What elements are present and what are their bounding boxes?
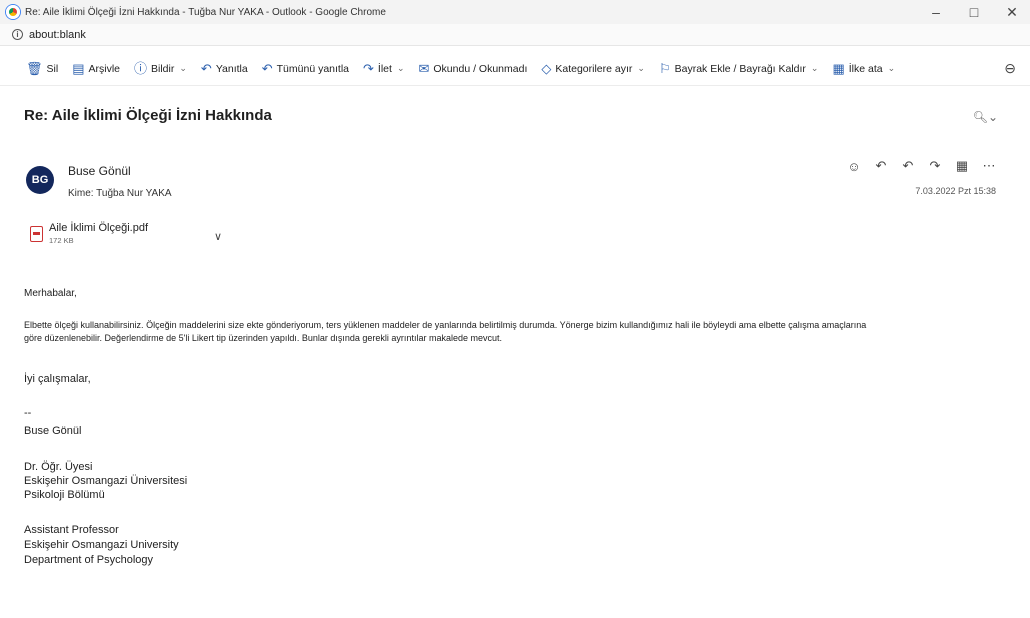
attachment-card[interactable]: Aile İklimi Ölçeği.pdf 172 KB xyxy=(30,222,148,245)
categorize-button[interactable]: ◇ Kategorilere ayır ⌄ xyxy=(541,62,645,75)
mail-toolbar: 🗑 Sil ▤ Arşivle ⓘ Bildir ⌄ ↶ Yanıtla ↶ Tümünü … xyxy=(0,52,1030,86)
signature-department-tr: Psikoloji Bölümü xyxy=(24,489,105,501)
signature-separator: -- xyxy=(24,407,32,419)
close-button[interactable]: ✕ xyxy=(994,0,1030,24)
body-closing: İyi çalışmalar, xyxy=(24,373,91,385)
reply-icon: ↶ xyxy=(200,61,212,76)
envelope-icon: ✉ xyxy=(418,61,430,76)
attachment-size: 172 KB xyxy=(49,236,74,245)
chevron-down-icon: ⌄ xyxy=(179,63,187,73)
zoom-icon[interactable]: 🔍︎⌄ xyxy=(973,110,998,124)
pin-label: İlke ata xyxy=(848,62,883,75)
recipient-line[interactable]: Kime: Tuğba Nur YAKA xyxy=(68,188,172,199)
policy-icon: ▦ xyxy=(832,61,845,76)
pdf-icon xyxy=(30,226,43,242)
report-icon: ⓘ xyxy=(134,61,148,76)
more-options-icon[interactable]: ⊖ xyxy=(1004,60,1016,77)
body-greeting: Merhabalar, xyxy=(24,288,77,299)
reply-all-label: Tümünü yanıtla xyxy=(276,62,350,75)
pin-button[interactable]: ▦ İlke ata ⌄ xyxy=(832,62,895,75)
delete-button[interactable]: 🗑 Sil xyxy=(26,62,58,75)
message-date: 7.03.2022 Pzt 15:38 xyxy=(915,186,996,196)
signature-university-tr: Eskişehir Osmangazi Üniversitesi xyxy=(24,475,188,487)
minimize-button[interactable]: – xyxy=(918,0,954,24)
chevron-down-icon: ⌄ xyxy=(810,63,819,73)
more-icon[interactable]: ⋯ xyxy=(978,158,1000,174)
chevron-down-icon: ⌄ xyxy=(637,63,645,73)
maximize-button[interactable]: □ xyxy=(956,0,992,24)
reply-label: Yanıtla xyxy=(215,62,248,75)
url-text[interactable]: about:blank xyxy=(29,29,86,41)
categorize-label: Kategorilere ayır xyxy=(555,62,633,75)
signature-title-en: Assistant Professor xyxy=(24,524,119,536)
archive-label: Arşivle xyxy=(88,62,120,75)
reply-button[interactable]: ↶ Yanıtla xyxy=(201,62,248,75)
reply-icon[interactable]: ↶ xyxy=(870,158,892,174)
info-icon[interactable]: i xyxy=(12,29,23,40)
chrome-icon xyxy=(6,5,20,19)
address-bar[interactable]: i about:blank xyxy=(0,24,1030,46)
trash-icon: 🗑 xyxy=(26,61,43,76)
attachment-name: Aile İklimi Ölçeği.pdf xyxy=(49,222,149,234)
message-actions: ☺ ↶ ↶ ↷ ▦ ⋯ xyxy=(838,158,1000,174)
chevron-down-icon[interactable]: ∨ xyxy=(214,230,222,243)
apps-icon[interactable]: ▦ xyxy=(951,158,973,174)
flag-button[interactable]: ⚐ Bayrak Ekle / Bayrağı Kaldır ⌄ xyxy=(659,62,819,75)
body-line-1: Elbette ölçeği kullanabilirsiniz. Ölçeği… xyxy=(24,320,867,330)
forward-label: İlet xyxy=(377,62,392,75)
signature-title-tr: Dr. Öğr. Üyesi xyxy=(24,461,93,473)
redacted-area xyxy=(136,162,331,176)
flag-icon: ⚐ xyxy=(658,61,671,76)
reply-all-button[interactable]: ↶ Tümünü yanıtla xyxy=(262,62,349,75)
read-unread-button[interactable]: ✉ Okundu / Okunmadı xyxy=(418,62,527,75)
delete-label: Sil xyxy=(46,62,59,75)
chevron-down-icon: ⌄ xyxy=(396,63,405,73)
body-line-2: göre düzenlenebilir. Değerlendirme de 5'… xyxy=(24,333,502,343)
forward-icon: ↷ xyxy=(363,61,374,76)
signature-university-en: Eskişehir Osmangazi University xyxy=(24,539,179,551)
emoji-icon[interactable]: ☺ xyxy=(843,159,865,174)
avatar[interactable]: BG xyxy=(26,166,54,194)
signature-department-en: Department of Psychology xyxy=(24,554,154,566)
chevron-down-icon: ⌄ xyxy=(887,63,896,73)
sender-name[interactable]: Buse Gönül xyxy=(68,164,131,178)
archive-icon: ▤ xyxy=(72,61,85,76)
reply-all-icon[interactable]: ↶ xyxy=(897,158,919,174)
forward-button[interactable]: ↷ İlet ⌄ xyxy=(363,62,404,75)
archive-button[interactable]: ▤ Arşivle xyxy=(72,62,120,75)
read-unread-label: Okundu / Okunmadı xyxy=(433,62,528,75)
browser-title-bar: Re: Aile İklimi Ölçeği İzni Hakkında - T… xyxy=(0,0,1030,24)
reply-all-icon: ↶ xyxy=(261,61,273,76)
report-button[interactable]: ⓘ Bildir ⌄ xyxy=(134,62,187,75)
flag-label: Bayrak Ekle / Bayrağı Kaldır xyxy=(674,62,806,75)
forward-icon[interactable]: ↷ xyxy=(924,158,946,174)
window-title: Re: Aile İklimi Ölçeği İzni Hakkında - T… xyxy=(25,6,386,18)
tag-icon: ◇ xyxy=(541,61,552,76)
signature-name: Buse Gönül xyxy=(24,425,82,437)
report-label: Bildir xyxy=(151,62,175,75)
message-subject: Re: Aile İklimi Ölçeği İzni Hakkında xyxy=(24,107,272,124)
